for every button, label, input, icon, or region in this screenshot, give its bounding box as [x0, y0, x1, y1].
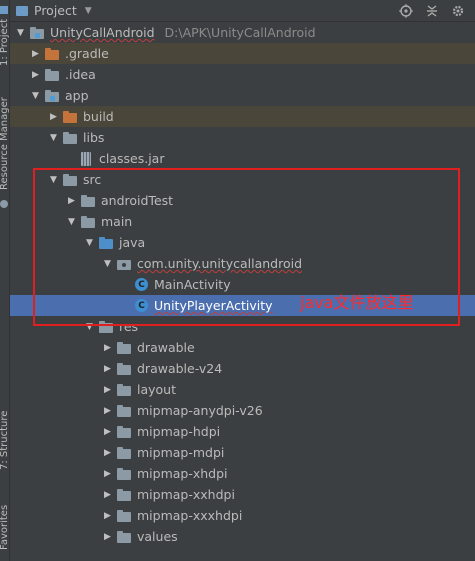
collapsed-arrow-icon[interactable]: ▶	[48, 112, 59, 122]
locate-target-icon[interactable]	[399, 3, 413, 18]
tree-node-app[interactable]: ▼ app	[10, 85, 475, 106]
collapsed-arrow-icon[interactable]: ▶	[102, 343, 113, 353]
folder-icon	[117, 488, 131, 501]
folder-icon	[117, 383, 131, 396]
res-child-label: mipmap-anydpi-v26	[137, 403, 263, 418]
collapsed-arrow-icon[interactable]: ▶	[102, 490, 113, 500]
collapsed-arrow-icon[interactable]: ▶	[102, 511, 113, 521]
project-icon	[16, 5, 28, 16]
res-child-label: mipmap-hdpi	[137, 424, 221, 439]
expanded-arrow-icon[interactable]: ▼	[15, 28, 26, 38]
project-tool-tab[interactable]: 1: Project	[0, 19, 10, 66]
folder-icon	[117, 446, 131, 459]
favorites-tool-tab[interactable]: Favorites	[0, 505, 10, 550]
tool-window-strip: 1: Project Resource Manager 7: Structure…	[0, 0, 10, 561]
tree-node-libs[interactable]: ▼ libs	[10, 127, 475, 148]
collapsed-arrow-icon[interactable]: ▶	[102, 364, 113, 374]
build-folder-label: build	[83, 109, 114, 124]
folder-icon	[63, 131, 77, 144]
chevron-down-icon[interactable]: ▼	[85, 6, 92, 16]
collapsed-arrow-icon[interactable]: ▶	[102, 385, 113, 395]
res-child-label: mipmap-xhdpi	[137, 466, 228, 481]
folder-icon	[117, 404, 131, 417]
collapsed-arrow-icon[interactable]: ▶	[102, 448, 113, 458]
expanded-arrow-icon[interactable]: ▼	[30, 91, 41, 101]
tree-node-res-child[interactable]: ▶ mipmap-xxxhdpi	[10, 505, 475, 526]
res-child-label: layout	[137, 382, 177, 397]
expanded-arrow-icon[interactable]: ▼	[48, 133, 59, 143]
project-tool-icon[interactable]	[0, 6, 8, 14]
settings-gear-icon[interactable]	[451, 4, 465, 18]
res-child-label: mipmap-mdpi	[137, 445, 225, 460]
root-project-path: D:\APK\UnityCallAndroid	[164, 25, 316, 40]
folder-icon	[117, 467, 131, 480]
root-project-label: UnityCallAndroid	[50, 25, 155, 40]
tree-node-res-child[interactable]: ▶ drawable-v24	[10, 358, 475, 379]
annotation-text: java文件放这里	[300, 293, 414, 312]
tree-node-res-child[interactable]: ▶ drawable	[10, 337, 475, 358]
module-folder-icon	[30, 26, 44, 39]
collapsed-arrow-icon[interactable]: ▶	[102, 427, 113, 437]
tree-node-res-child[interactable]: ▶ mipmap-mdpi	[10, 442, 475, 463]
tree-node-idea[interactable]: ▶ .idea	[10, 64, 475, 85]
folder-icon	[117, 341, 131, 354]
collapsed-arrow-icon[interactable]: ▶	[102, 469, 113, 479]
tree-node-root[interactable]: ▼ UnityCallAndroid D:\APK\UnityCallAndro…	[10, 22, 475, 43]
tree-node-res-child[interactable]: ▶ mipmap-xhdpi	[10, 463, 475, 484]
collapsed-arrow-icon[interactable]: ▶	[30, 49, 41, 59]
project-title: Project	[34, 3, 77, 18]
tree-node-res-child[interactable]: ▶ layout	[10, 379, 475, 400]
tree-node-classes-jar[interactable]: classes.jar	[10, 148, 475, 169]
module-folder-icon	[45, 89, 59, 102]
gradle-folder-label: .gradle	[65, 46, 109, 61]
project-panel-header: Project ▼	[10, 0, 475, 22]
resource-manager-icon[interactable]	[0, 200, 8, 208]
res-child-label: drawable	[137, 340, 195, 355]
tree-node-build[interactable]: ▶ build	[10, 106, 475, 127]
tree-node-gradle[interactable]: ▶ .gradle	[10, 43, 475, 64]
app-module-label: app	[65, 88, 89, 103]
folder-icon	[117, 362, 131, 375]
structure-tool-tab[interactable]: 7: Structure	[0, 411, 10, 470]
tree-node-res-child[interactable]: ▶ mipmap-xxhdpi	[10, 484, 475, 505]
folder-icon	[45, 68, 59, 81]
res-child-label: mipmap-xxhdpi	[137, 487, 235, 502]
classes-jar-label: classes.jar	[99, 151, 165, 166]
res-child-label: drawable-v24	[137, 361, 223, 376]
collapsed-arrow-icon[interactable]: ▶	[102, 532, 113, 542]
tree-node-res-child[interactable]: ▶ mipmap-anydpi-v26	[10, 400, 475, 421]
collapsed-arrow-icon[interactable]: ▶	[30, 70, 41, 80]
folder-icon	[117, 530, 131, 543]
tree-node-res-child[interactable]: ▶ mipmap-hdpi	[10, 421, 475, 442]
folder-icon	[117, 509, 131, 522]
folder-icon	[117, 425, 131, 438]
excluded-folder-icon	[45, 47, 59, 60]
res-child-label: values	[137, 529, 178, 544]
tree-node-res-child[interactable]: ▶ values	[10, 526, 475, 547]
collapsed-arrow-icon[interactable]: ▶	[102, 406, 113, 416]
excluded-folder-icon	[63, 110, 77, 123]
collapse-all-icon[interactable]	[425, 4, 439, 18]
project-view-selector[interactable]: Project ▼	[16, 3, 92, 18]
res-child-label: mipmap-xxxhdpi	[137, 508, 243, 523]
resource-manager-tab[interactable]: Resource Manager	[0, 97, 10, 190]
idea-folder-label: .idea	[65, 67, 96, 82]
jar-file-icon	[81, 151, 91, 166]
libs-folder-label: libs	[83, 130, 105, 145]
